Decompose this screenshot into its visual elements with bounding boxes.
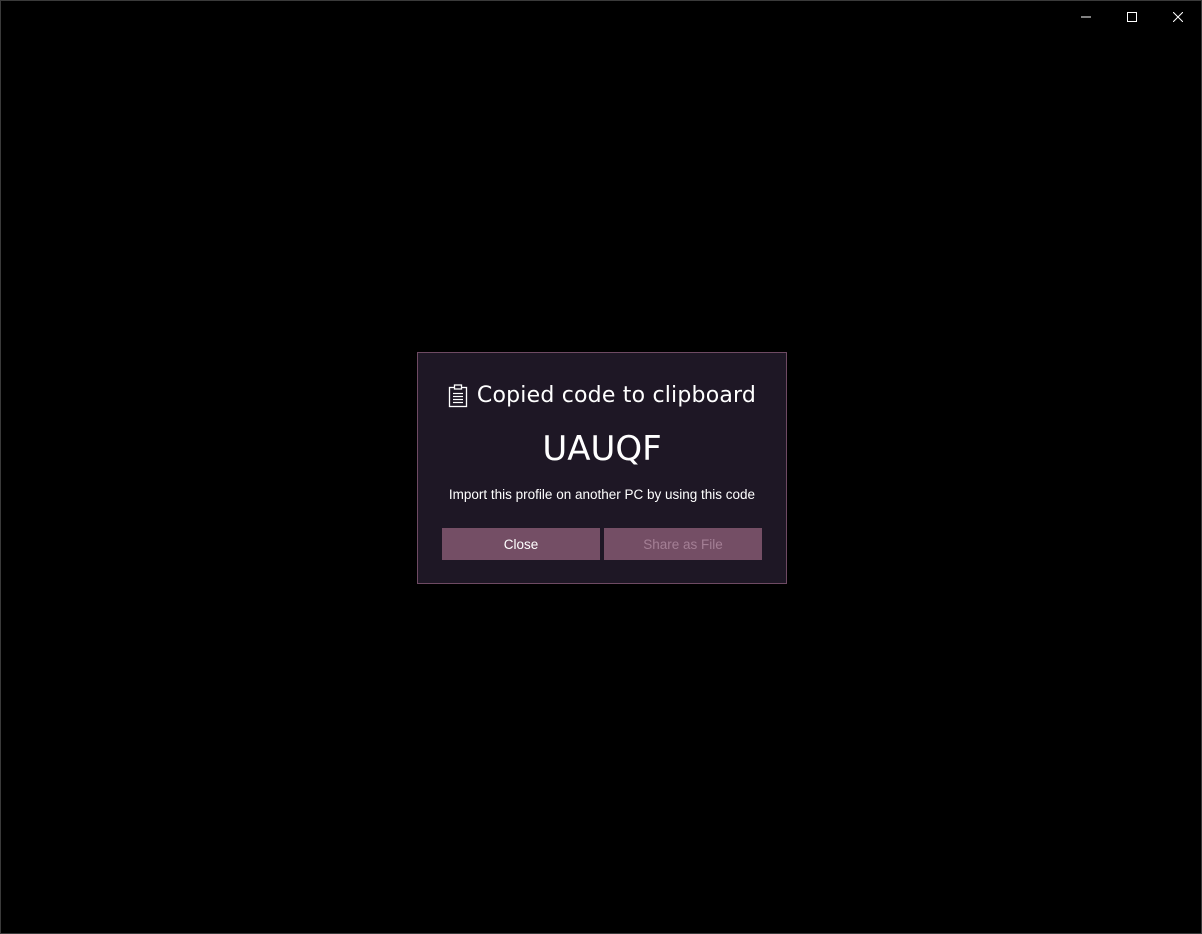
caption-buttons: [1063, 1, 1201, 33]
close-icon: [1173, 12, 1183, 22]
dialog-description: Import this profile on another PC by usi…: [448, 487, 756, 502]
clipboard-icon: [448, 383, 468, 407]
minimize-icon: [1081, 16, 1091, 18]
share-code-dialog: Copied code to clipboard UAUQF Import th…: [417, 352, 787, 584]
window-close-button[interactable]: [1155, 1, 1201, 33]
dialog-header: Copied code to clipboard: [418, 383, 786, 408]
minimize-button[interactable]: [1063, 1, 1109, 33]
maximize-icon: [1127, 12, 1137, 22]
share-as-file-button[interactable]: Share as File: [604, 528, 762, 560]
profile-code: UAUQF: [542, 429, 662, 469]
app-window: Copied code to clipboard UAUQF Import th…: [0, 0, 1202, 934]
close-button[interactable]: Close: [442, 528, 600, 560]
maximize-button[interactable]: [1109, 1, 1155, 33]
dialog-title: Copied code to clipboard: [476, 383, 757, 408]
